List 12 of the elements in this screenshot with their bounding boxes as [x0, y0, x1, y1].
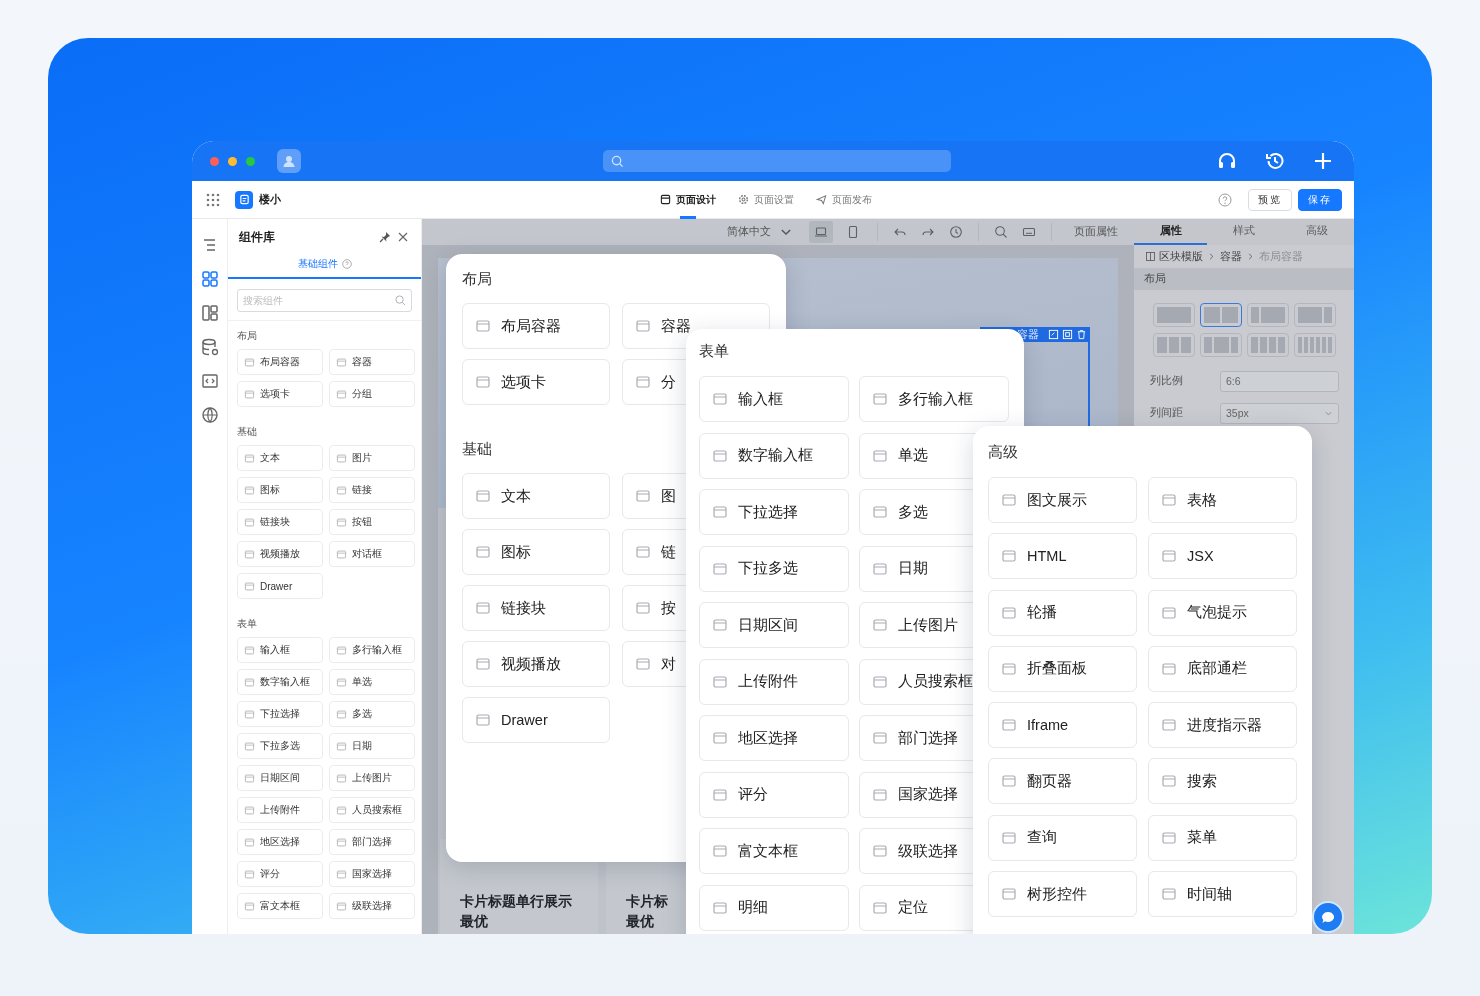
field-label: 列间距: [1150, 406, 1184, 420]
panel-title: 组件库: [239, 228, 275, 246]
section-title: 表单: [237, 617, 258, 631]
section-title: 布局: [237, 329, 258, 343]
section-header: 布局: [1134, 268, 1354, 290]
card-title: 卡片标 最优: [626, 892, 668, 931]
field-label: 列比例: [1150, 374, 1184, 388]
card-title: 卡片标题单行展示 最优: [460, 892, 572, 931]
section-title: 基础: [462, 439, 492, 459]
app-name: 楼小: [259, 192, 281, 207]
section-title: 布局: [462, 269, 492, 289]
section-title: 基础: [237, 425, 258, 439]
